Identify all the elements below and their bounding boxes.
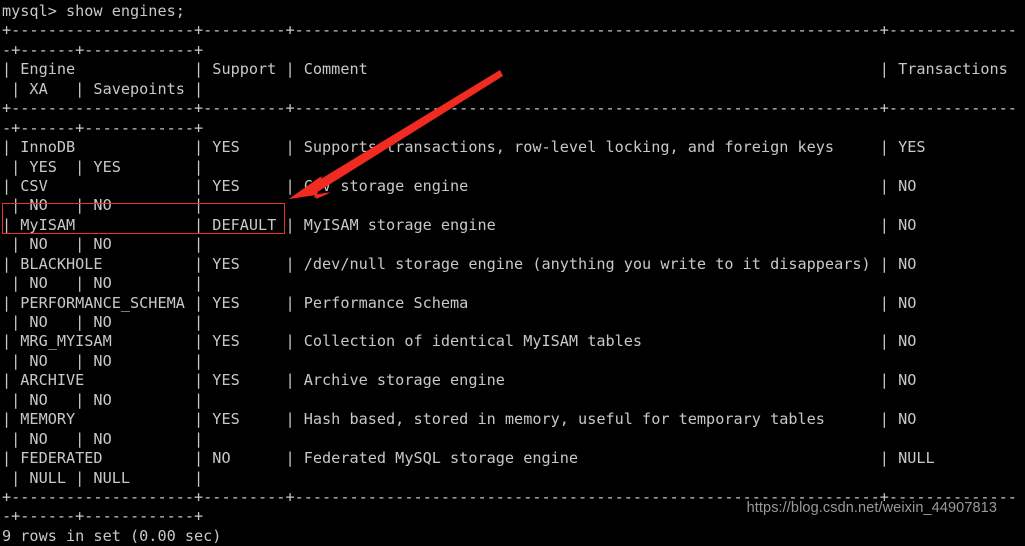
table-row-federated-a: | FEDERATED | NO | Federated MySQL stora… (2, 449, 1008, 468)
table-row-archive-b: | NO | NO | (2, 390, 204, 409)
terminal-line-prompt: mysql> show engines; (2, 2, 185, 20)
table-row-blackhole-b: | NO | NO | (2, 274, 204, 293)
table-border-top-a: +--------------------+---------+--------… (2, 21, 1017, 40)
table-border-header-b: -+------+------------+ (2, 118, 204, 137)
table-row-csv-a: | CSV | YES | CSV storage engine | NO (2, 176, 1008, 195)
table-row-mrg-myisam-b: | NO | NO | (2, 351, 204, 370)
table-row-federated-b: | NULL | NULL | (2, 468, 204, 487)
table-row-performance-schema-b: | NO | NO | (2, 313, 204, 331)
table-row-myisam-a: | MyISAM | DEFAULT | MyISAM storage engi… (2, 215, 1008, 234)
table-border-header-a: +--------------------+---------+--------… (2, 99, 1017, 118)
table-row-blackhole-a: | BLACKHOLE | YES | /dev/null storage en… (2, 254, 1008, 273)
table-row-memory-b: | NO | NO | (2, 429, 204, 448)
table-row-performance-schema-a: | PERFORMANCE_SCHEMA | YES | Performance… (2, 293, 1008, 312)
table-row-archive-a: | ARCHIVE | YES | Archive storage engine… (2, 371, 1008, 390)
table-row-memory-a: | MEMORY | YES | Hash based, stored in m… (2, 410, 1008, 429)
table-row-innodb-a: | InnoDB | YES | Supports transactions, … (2, 138, 1008, 157)
watermark-url: https://blog.csdn.net/weixin_44907813 (746, 500, 997, 516)
terminal-window[interactable]: mysql> show engines; +-------------------… (0, 0, 1025, 545)
table-row-mrg-myisam-a: | MRG_MYISAM | YES | Collection of ident… (2, 332, 1008, 351)
table-border-top-b: -+------+------------+ (2, 40, 204, 59)
table-header-a: | Engine | Support | Comment | Transacti… (2, 60, 1008, 79)
table-header-b: | XA | Savepoints | (2, 79, 204, 98)
table-row-innodb-b: | YES | YES | (2, 157, 204, 176)
table-row-myisam-b: | NO | NO | (2, 235, 204, 254)
terminal-output: mysql> show engines; +-------------------… (2, 2, 1025, 546)
result-footer: 9 rows in set (0.00 sec) (2, 526, 222, 545)
table-row-csv-b: | NO | NO | (2, 196, 204, 215)
